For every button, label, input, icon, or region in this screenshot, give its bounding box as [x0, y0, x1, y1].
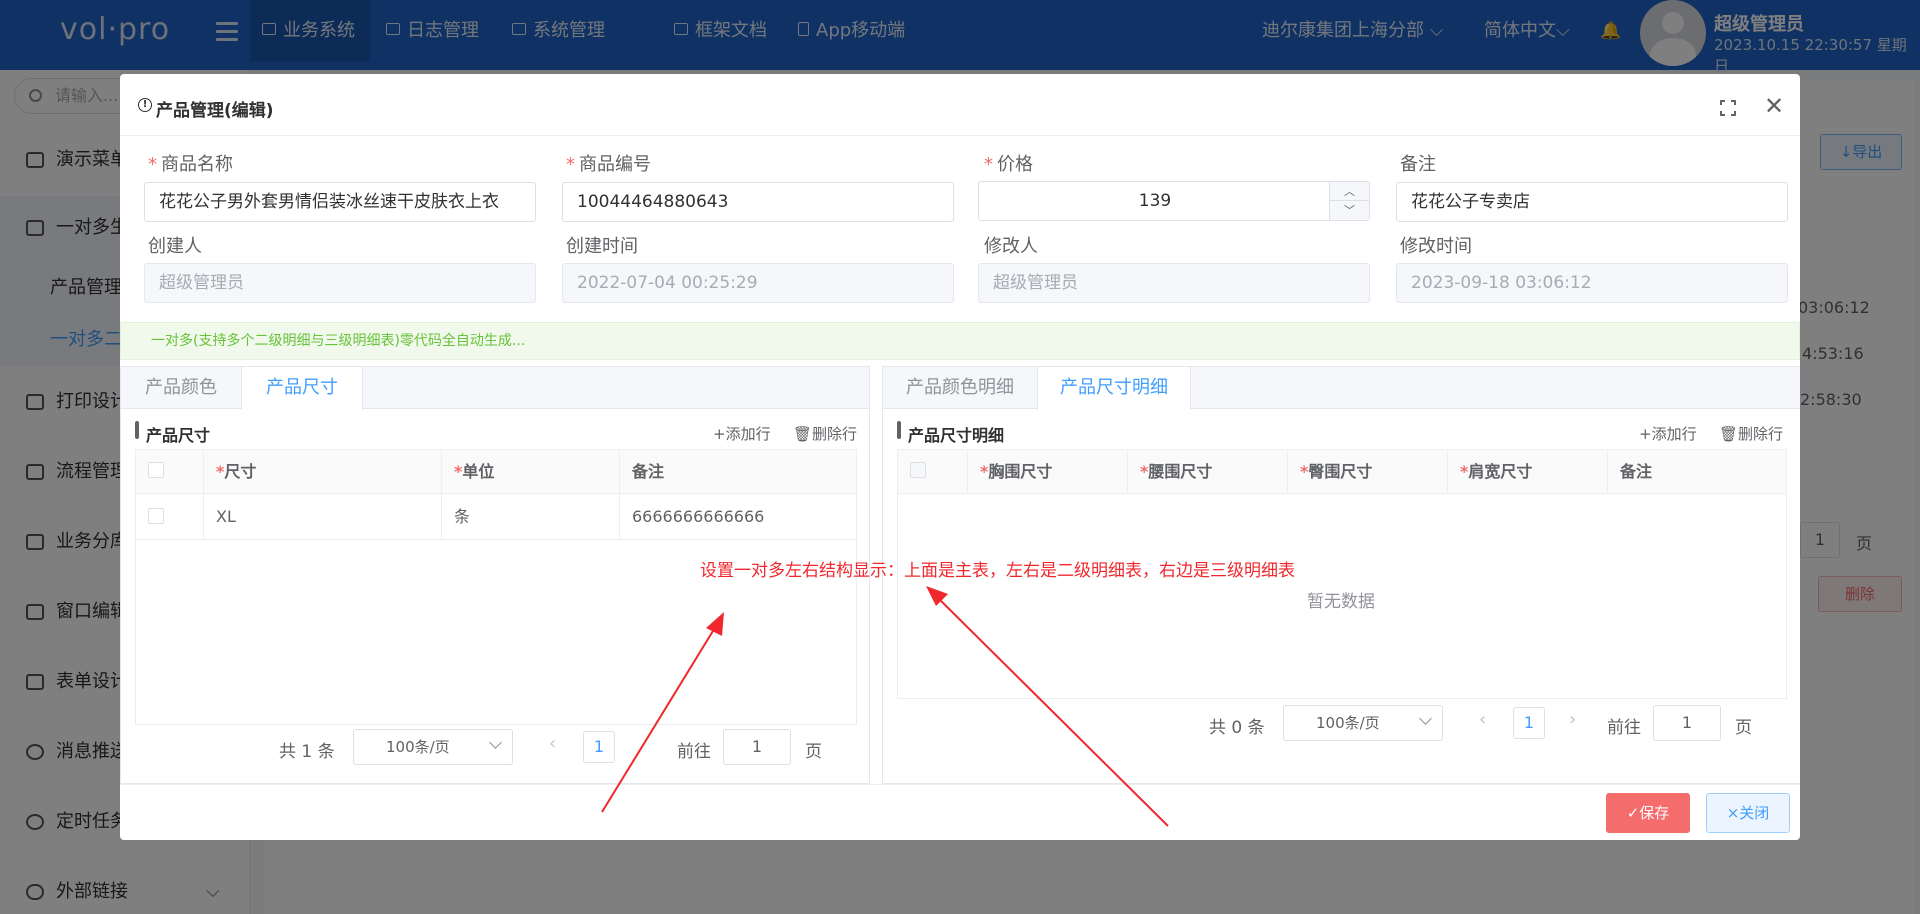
annotation-arrows [601, 586, 1169, 827]
arrow-head-left [706, 612, 724, 636]
arrow-line-right [933, 593, 1169, 827]
arrow-line-left [601, 625, 717, 813]
arrow-head-right [926, 586, 948, 606]
